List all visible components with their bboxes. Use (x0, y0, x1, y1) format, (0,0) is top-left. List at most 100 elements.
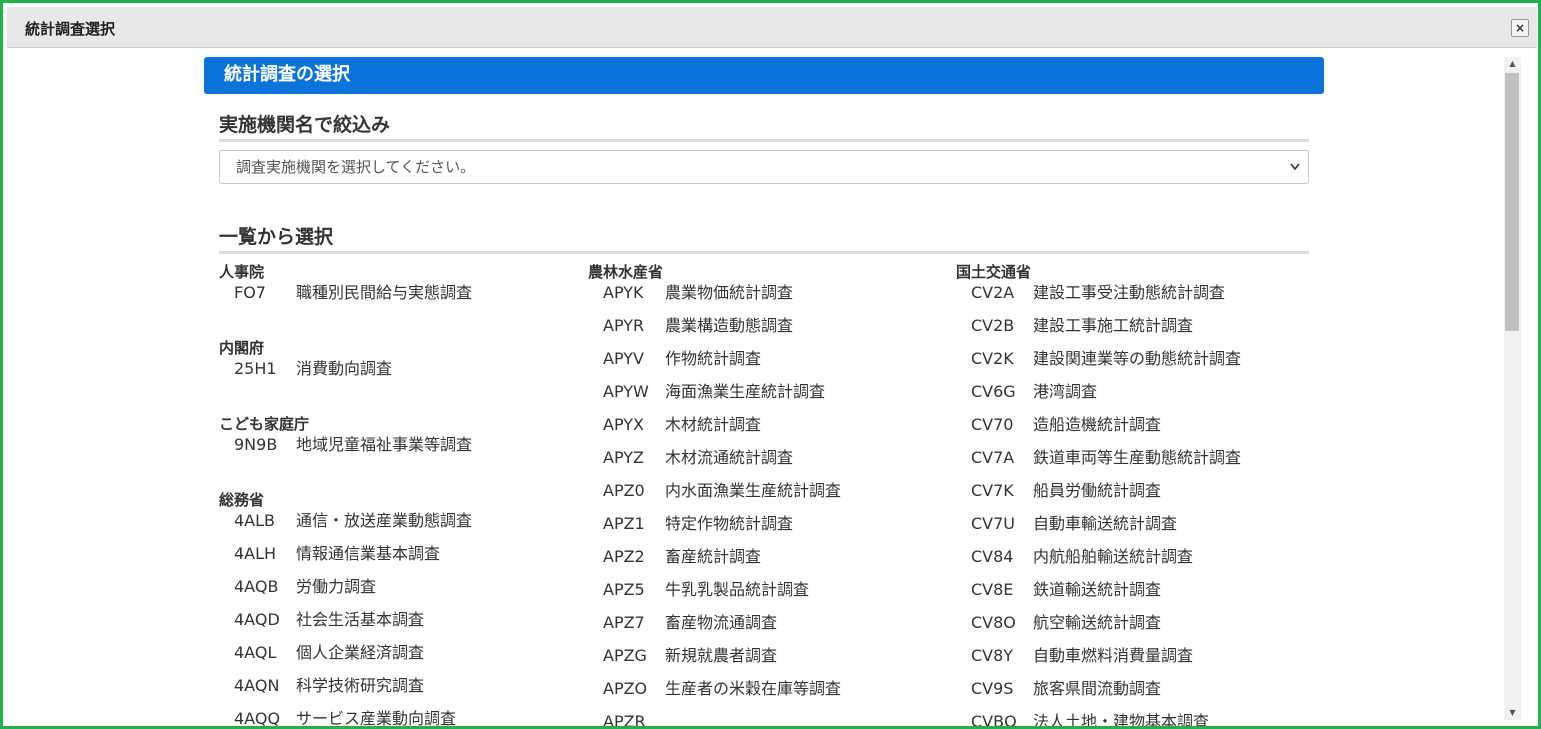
close-icon[interactable]: × (1511, 19, 1529, 37)
scroll-up-icon[interactable]: ▲ (1504, 57, 1521, 71)
survey-link[interactable]: APZ0 内水面漁業生産統計調査 (588, 481, 841, 514)
survey-name: 畜産物流通調査 (665, 613, 778, 632)
dialog-frame: 統計調査選択 × 統計調査の選択 実施機関名で絞込み 調査実施機関を選択してくだ… (0, 0, 1541, 729)
organization-name: こども家庭庁 (219, 415, 310, 433)
survey-code: CV9S (971, 679, 1014, 698)
survey-name: 科学技術研究調査 (296, 676, 425, 695)
survey-name: 個人企業経済調査 (296, 643, 425, 662)
survey-code: APZ7 (603, 613, 645, 632)
dialog-title: 統計調査選択 (25, 20, 116, 38)
survey-link[interactable]: CV7A 鉄道車両等生産動態統計調査 (956, 448, 1241, 481)
survey-column-2: 農林水産省 APYK 農業物価統計調査 APYR 農業構造動態調査 APYV 作物統計… (588, 261, 841, 729)
survey-code: APYZ (603, 448, 644, 467)
survey-name: 情報通信業基本調査 (296, 544, 441, 563)
survey-name: 社会生活基本調査 (296, 610, 425, 629)
survey-link[interactable]: APYR 農業構造動態調査 (588, 316, 841, 349)
survey-link[interactable]: 9N9B 地域児童福祉事業等調査 (219, 435, 472, 468)
survey-link[interactable]: 4AQB 労働力調査 (219, 577, 472, 610)
survey-link[interactable]: CV7K 船員労働統計調査 (956, 481, 1241, 514)
survey-name: 内水面漁業生産統計調査 (665, 481, 842, 500)
survey-link[interactable]: CV8E 鉄道輸送統計調査 (956, 580, 1241, 613)
survey-link[interactable]: CV6G 港湾調査 (956, 382, 1241, 415)
survey-link[interactable]: CV84 内航船舶輸送統計調査 (956, 547, 1241, 580)
survey-link[interactable]: CV70 造船造機統計調査 (956, 415, 1241, 448)
scrollbar-thumb[interactable] (1505, 73, 1519, 331)
survey-name: 船員労働統計調査 (1033, 481, 1162, 500)
survey-name: 労働力調査 (296, 577, 377, 596)
survey-code: CV7U (971, 514, 1016, 533)
survey-name: 消費動向調査 (296, 359, 393, 378)
survey-link[interactable]: 4ALH 情報通信業基本調査 (219, 544, 472, 577)
scroll-down-icon[interactable]: ▼ (1504, 706, 1521, 720)
survey-code: CV84 (971, 547, 1014, 566)
survey-link[interactable]: APYX 木材統計調査 (588, 415, 841, 448)
survey-link[interactable]: CV8Y 自動車燃料消費量調査 (956, 646, 1241, 679)
survey-link[interactable]: CV7U 自動車輸送統計調査 (956, 514, 1241, 547)
survey-link[interactable]: APZG 新規就農者調査 (588, 646, 841, 679)
survey-name: 自動車輸送統計調査 (1033, 514, 1178, 533)
survey-code: CV2B (971, 316, 1015, 335)
survey-link[interactable]: FO7 職種別民間給与実態調査 (219, 283, 472, 316)
survey-link[interactable]: 4ALB 通信・放送産業動態調査 (219, 511, 472, 544)
survey-name: 海面漁業生産統計調査 (665, 382, 826, 401)
vertical-scrollbar[interactable]: ▲ ▼ (1504, 57, 1521, 720)
survey-link[interactable]: APYV 作物統計調査 (588, 349, 841, 382)
survey-link[interactable]: 4AQD 社会生活基本調査 (219, 610, 472, 643)
survey-name: 牛乳乳製品統計調査 (665, 580, 810, 599)
survey-code: CV7K (971, 481, 1014, 500)
survey-code: APZR (603, 712, 646, 729)
survey-link[interactable]: APYZ 木材流通統計調査 (588, 448, 841, 481)
survey-link[interactable]: APZ5 牛乳乳製品統計調査 (588, 580, 841, 613)
survey-code: APYW (603, 382, 649, 401)
organization-name: 国土交通省 (956, 263, 1032, 281)
survey-link[interactable]: APZ1 特定作物統計調査 (588, 514, 841, 547)
survey-code: CV70 (971, 415, 1014, 434)
organization-name: 内閣府 (219, 339, 265, 357)
survey-link[interactable]: CV2B 建設工事施工統計調査 (956, 316, 1241, 349)
survey-code: CV2K (971, 349, 1014, 368)
survey-name: 特定作物統計調査 (665, 514, 794, 533)
survey-code: APZO (603, 679, 648, 698)
survey-code: 4ALB (234, 511, 276, 530)
survey-code: 4AQN (234, 676, 280, 695)
survey-name: 農業物価統計調査 (665, 283, 794, 302)
survey-code: 4AQL (234, 643, 277, 662)
survey-code: APYX (603, 415, 644, 434)
survey-name: 畜産統計調査 (665, 547, 762, 566)
survey-link[interactable]: 4AQQ サービス産業動向調査 (219, 709, 472, 726)
organization-select[interactable]: 調査実施機関を選択してください。 (219, 150, 1309, 184)
survey-link[interactable]: CV8O 航空輸送統計調査 (956, 613, 1241, 646)
survey-code: APZ2 (603, 547, 645, 566)
survey-link[interactable]: APYW 海面漁業生産統計調査 (588, 382, 841, 415)
survey-column-1: 人事院 FO7 職種別民間給与実態調査 内閣府 25H1 消費動向調査 こども家庭庁 9N… (219, 261, 472, 726)
survey-link[interactable]: 25H1 消費動向調査 (219, 359, 472, 392)
survey-link[interactable]: APZ7 畜産物流通調査 (588, 613, 841, 646)
survey-code: 4AQD (234, 610, 280, 629)
survey-code: 25H1 (234, 359, 277, 378)
survey-link[interactable]: CV2A 建設工事受注動態統計調査 (956, 283, 1241, 316)
survey-code: CV6G (971, 382, 1016, 401)
survey-code: 9N9B (234, 435, 278, 454)
survey-link[interactable]: 4AQN 科学技術研究調査 (219, 676, 472, 709)
survey-name: 木材流通統計調査 (665, 448, 794, 467)
survey-link[interactable]: APZR (588, 712, 841, 729)
survey-name: 木材統計調査 (665, 415, 762, 434)
survey-name: 新規就農者調査 (665, 646, 778, 665)
survey-link[interactable]: APYK 農業物価統計調査 (588, 283, 841, 316)
survey-link[interactable]: CV2K 建設関連業等の動態統計調査 (956, 349, 1241, 382)
survey-column-3: 国土交通省 CV2A 建設工事受注動態統計調査 CV2B 建設工事施工統計調査 CV2… (956, 261, 1241, 726)
survey-name: 自動車燃料消費量調査 (1033, 646, 1194, 665)
organization-select-value: 調査実施機関を選択してください。 (236, 158, 476, 176)
survey-name: 作物統計調査 (665, 349, 762, 368)
survey-link[interactable]: 4AQL 個人企業経済調査 (219, 643, 472, 676)
survey-code: APZ5 (603, 580, 645, 599)
survey-name: 港湾調査 (1033, 382, 1098, 401)
survey-link[interactable]: CV9S 旅客県間流動調査 (956, 679, 1241, 712)
survey-link[interactable]: APZ2 畜産統計調査 (588, 547, 841, 580)
survey-name: 内航船舶輸送統計調査 (1033, 547, 1194, 566)
survey-link[interactable]: CVBQ 法人土地・建物基本調査 (956, 712, 1241, 726)
survey-code: FO7 (234, 283, 266, 302)
dialog-titlebar: 統計調査選択 × (7, 7, 1537, 48)
survey-link[interactable]: APZO 生産者の米穀在庫等調査 (588, 679, 841, 712)
